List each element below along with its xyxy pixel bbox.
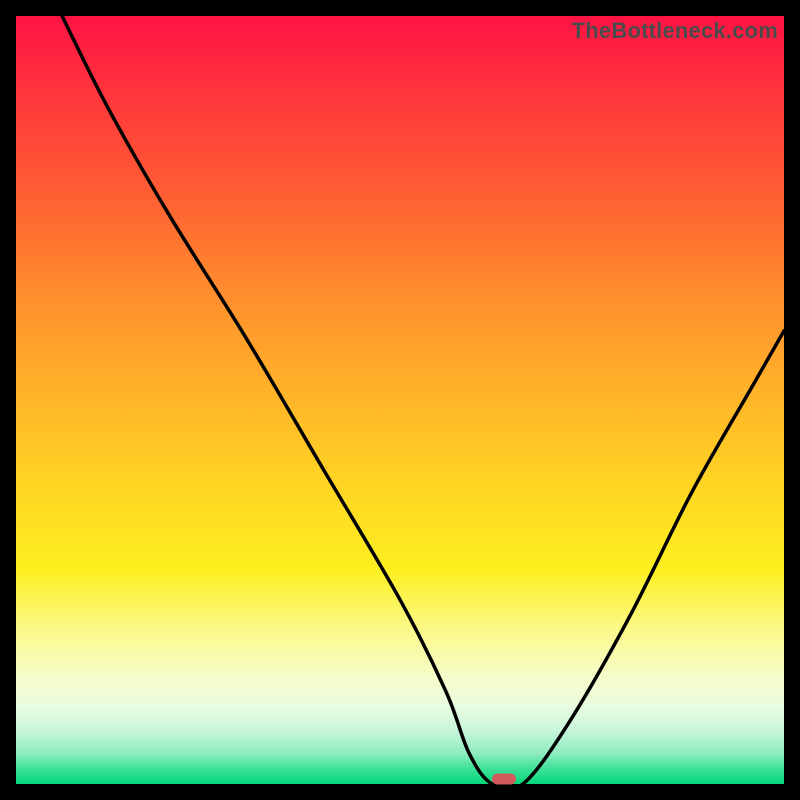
chart-frame: TheBottleneck.com: [0, 0, 800, 800]
bottleneck-curve-path: [62, 16, 784, 790]
optimum-marker: [492, 774, 516, 785]
chart-plot-area: TheBottleneck.com: [16, 16, 784, 784]
curve-svg: [16, 16, 784, 784]
